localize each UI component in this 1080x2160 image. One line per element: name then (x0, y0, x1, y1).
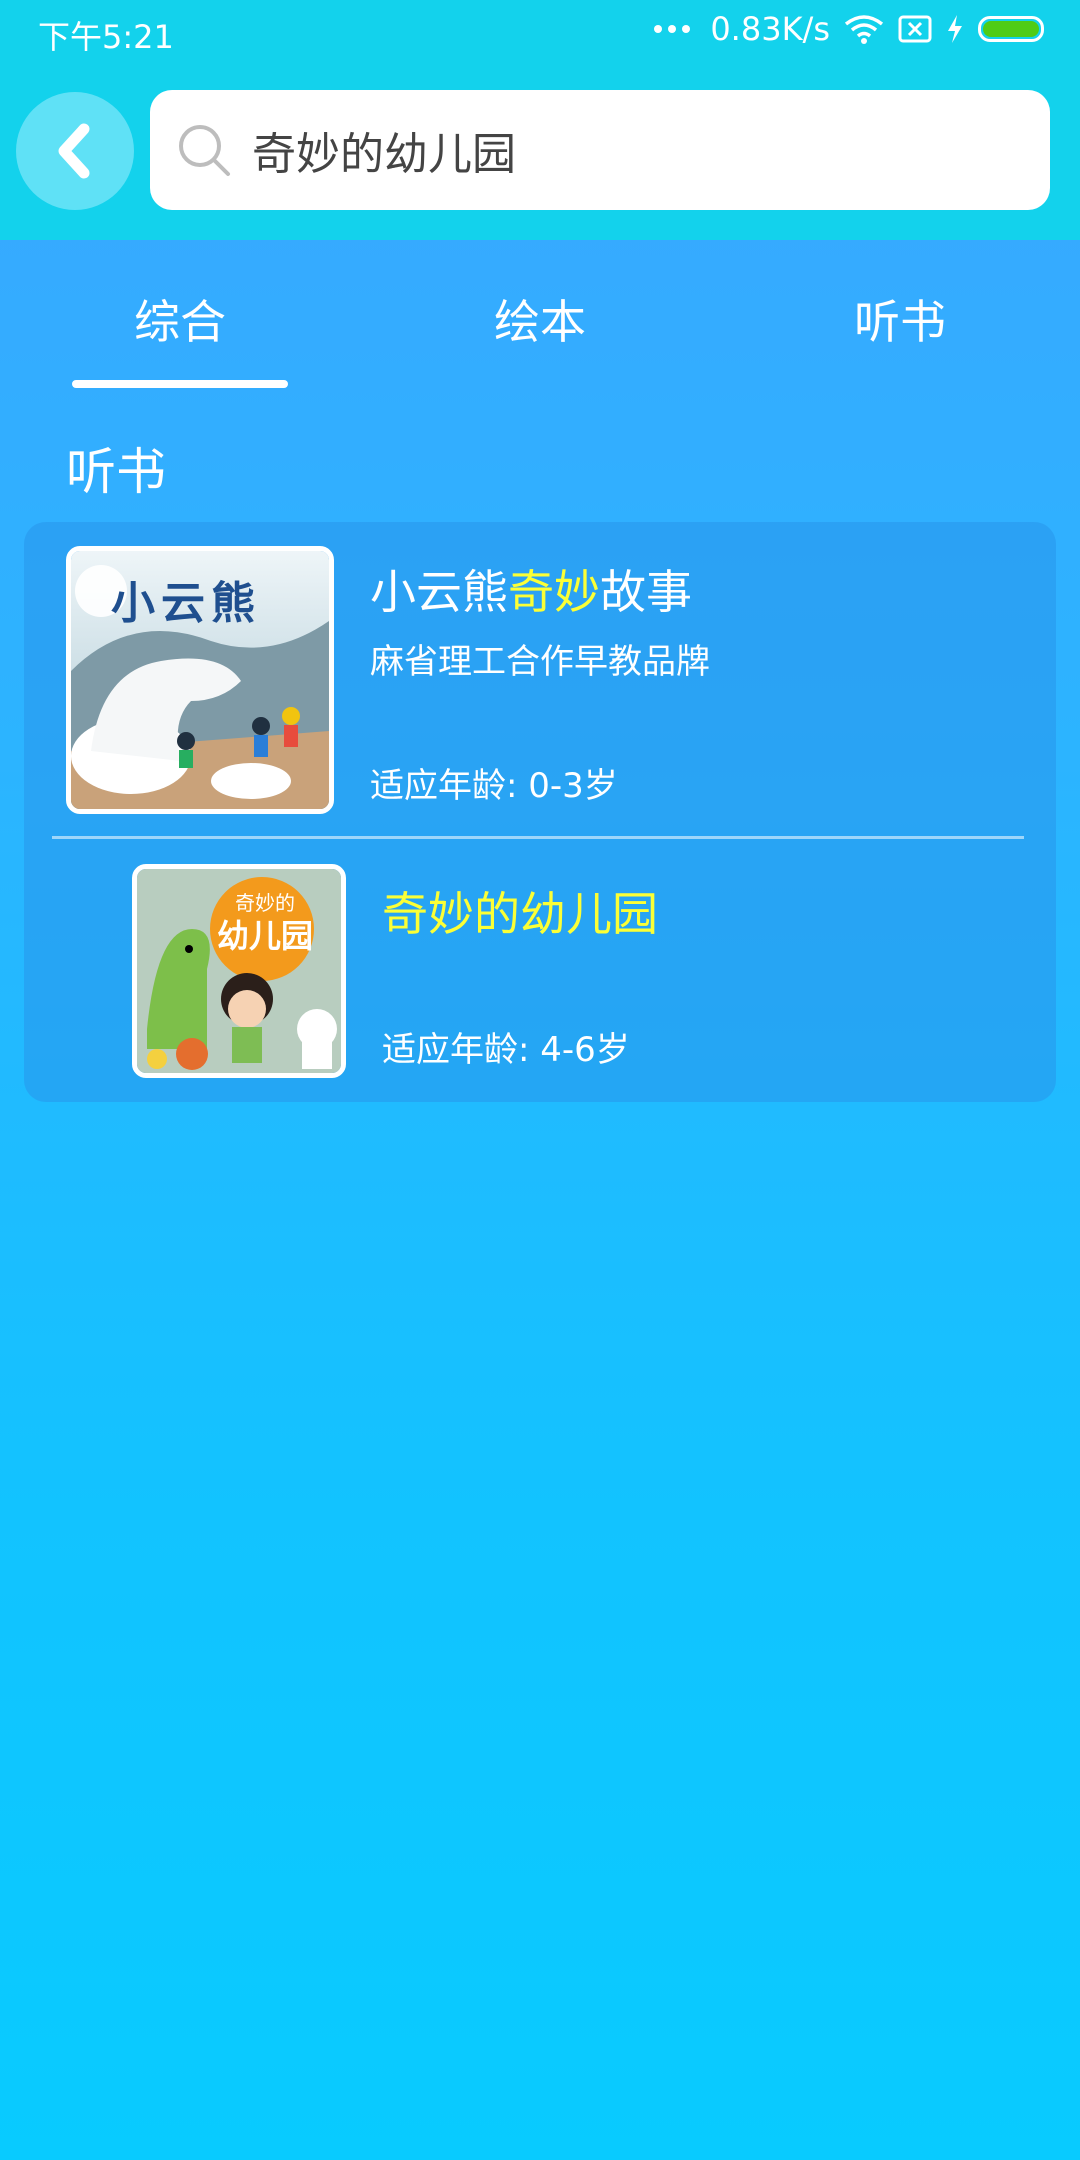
tab-label: 综合 (134, 295, 226, 349)
active-tab-indicator (72, 380, 288, 388)
results-list: 小云熊 小云熊奇妙故事 麻省理工合作早教品牌 适应年龄: 0-3岁 奇妙的 幼儿… (24, 522, 1056, 1102)
item-title: 奇妙的幼儿园 (382, 878, 658, 944)
title-text: 小云熊 (370, 565, 508, 619)
tab-audiobooks[interactable]: 听书 (810, 286, 990, 352)
battery-icon (978, 16, 1044, 42)
search-input[interactable]: 奇妙的幼儿园 (150, 90, 1050, 210)
item-age: 适应年龄: 0-3岁 (370, 766, 618, 806)
title-highlight: 奇妙的幼儿园 (382, 887, 658, 941)
section-title: 听书 (66, 443, 166, 501)
net-speed: 0.83K/s (710, 10, 830, 48)
item-subtitle: 麻省理工合作早教品牌 (370, 642, 710, 682)
status-bar: 下午5:21 0.83K/s (0, 0, 1080, 64)
wifi-icon (844, 15, 884, 44)
status-time: 下午5:21 (38, 18, 174, 56)
tab-label: 听书 (854, 295, 946, 349)
tab-comprehensive[interactable]: 综合 (90, 286, 270, 352)
chevron-left-icon (58, 123, 90, 179)
tab-bar: 综合 绘本 听书 (0, 240, 1080, 390)
search-icon (179, 125, 230, 176)
item-age: 适应年龄: 4-6岁 (382, 1030, 630, 1070)
cover-title: 小云熊 (111, 578, 261, 629)
sim-error-icon (898, 15, 932, 43)
item-title: 小云熊奇妙故事 (370, 556, 692, 622)
search-query: 奇妙的幼儿园 (252, 129, 516, 180)
title-highlight: 奇妙 (508, 565, 600, 619)
title-text: 故事 (600, 565, 692, 619)
book-cover-image[interactable]: 奇妙的 幼儿园 (132, 864, 346, 1078)
tab-label: 绘本 (494, 295, 586, 349)
more-dots-icon (654, 25, 691, 33)
back-button[interactable] (16, 92, 134, 210)
book-cover-image[interactable]: 小云熊 (66, 546, 334, 814)
top-bar: 下午5:21 0.83K/s 奇妙的幼儿园 (0, 0, 1080, 240)
status-icons: 0.83K/s (654, 10, 1044, 48)
divider (52, 836, 1024, 839)
cover-title: 幼儿园 (217, 917, 314, 955)
charging-icon (948, 15, 962, 43)
tab-picture-books[interactable]: 绘本 (450, 286, 630, 352)
